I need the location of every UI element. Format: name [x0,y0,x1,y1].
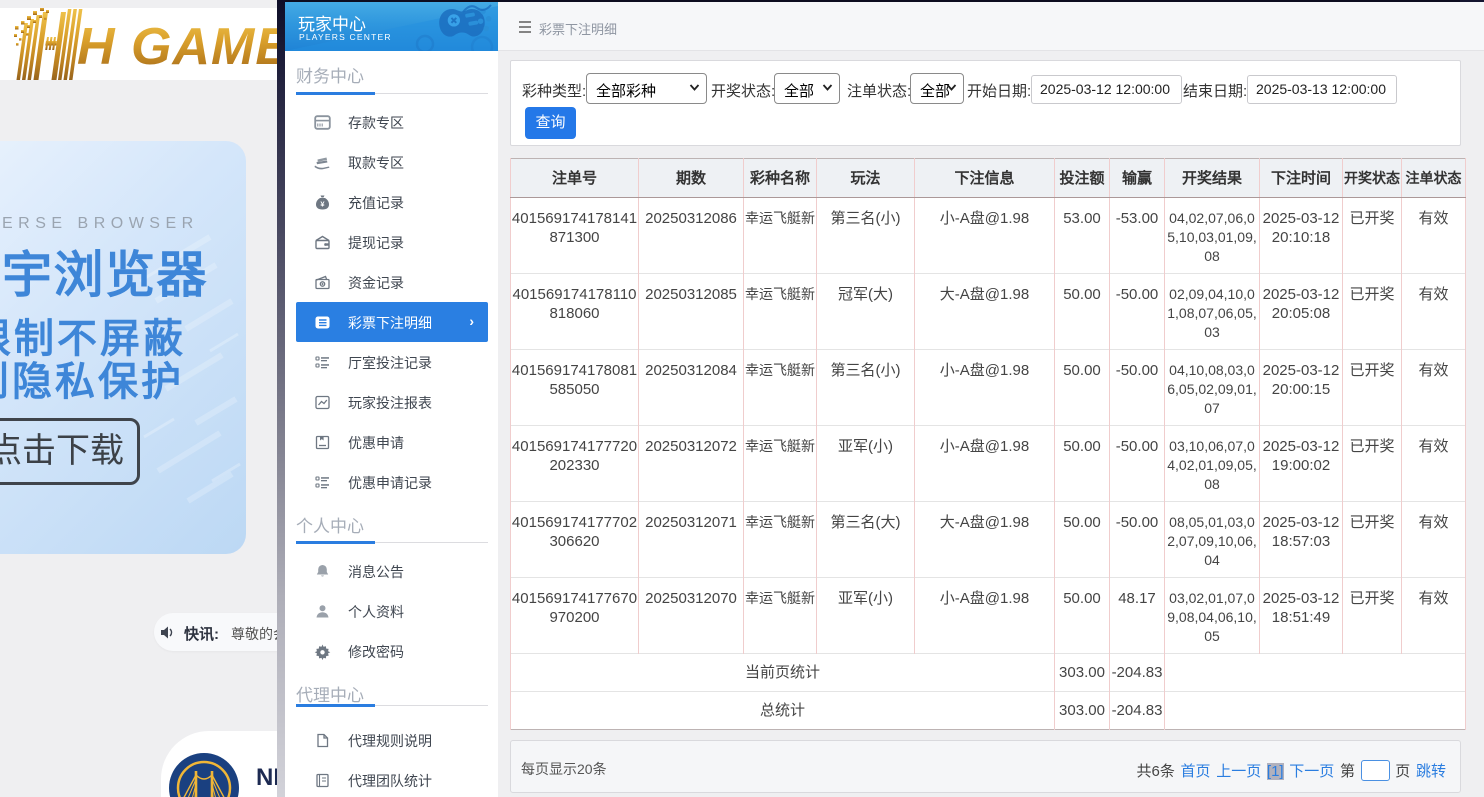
svg-text:H GAME: H GAME [77,18,277,76]
